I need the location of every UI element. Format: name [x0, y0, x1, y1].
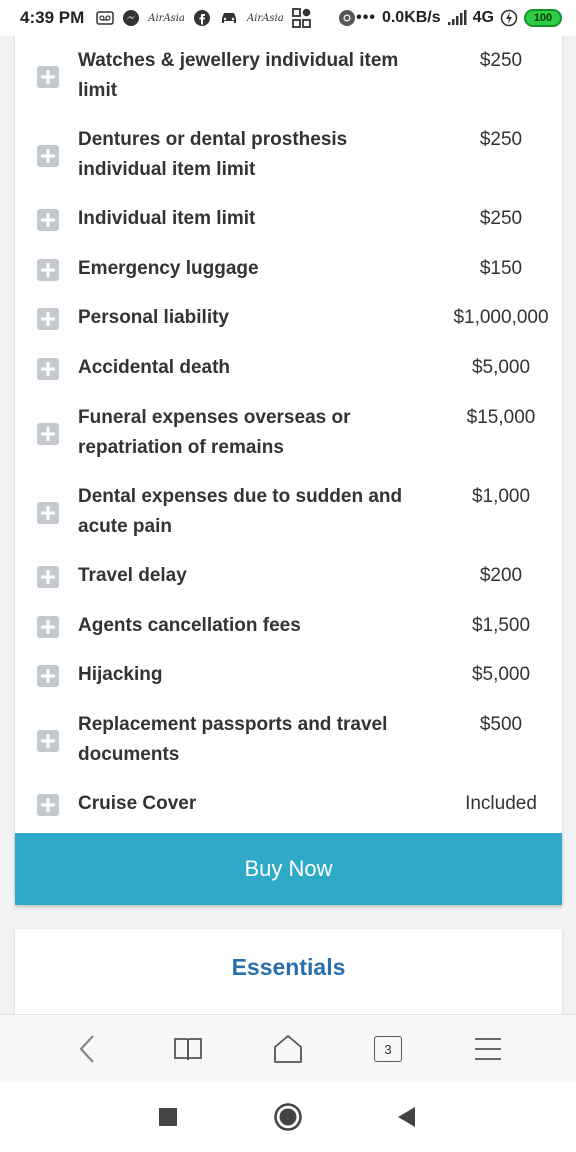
tabs-icon[interactable]: 3 [368, 1029, 408, 1069]
benefit-value: $250 [479, 50, 523, 71]
benefit-value: $5,000 [471, 357, 531, 378]
airasia-logo: AirAsia [148, 12, 185, 24]
expand-plus-icon[interactable] [37, 502, 59, 524]
expand-plus-icon[interactable] [37, 730, 59, 752]
expand-plus-icon[interactable] [37, 665, 59, 687]
benefit-value: $5,000 [471, 664, 531, 685]
network-speed: 0.0KB/s [381, 9, 441, 26]
back-triangle-icon[interactable] [386, 1097, 426, 1137]
expand-plus-icon[interactable] [37, 616, 59, 638]
benefit-label: Accidental death [78, 357, 231, 378]
benefit-label: Hijacking [78, 664, 163, 685]
benefit-label: Personal liability [78, 307, 229, 328]
voicemail-icon [96, 11, 114, 25]
expand-plus-icon[interactable] [37, 358, 59, 380]
expand-plus-icon[interactable] [37, 209, 59, 231]
benefit-value: $500 [479, 714, 523, 735]
messenger-icon [122, 9, 140, 27]
tab-count: 3 [374, 1036, 402, 1062]
benefit-label: Cruise Cover [78, 793, 197, 814]
more-dots-icon: ••• [356, 9, 376, 26]
benefit-value: $1,000 [471, 486, 531, 507]
menu-icon[interactable] [468, 1029, 508, 1069]
facebook-icon [193, 9, 211, 27]
benefit-value: $250 [479, 208, 523, 229]
benefit-label: Individual item limit [78, 208, 256, 229]
benefit-label: Watches & jewellery individual item limi… [78, 50, 399, 101]
network-type: 4G [472, 9, 494, 26]
benefit-label: Emergency luggage [78, 258, 259, 279]
benefit-label: Funeral expenses overseas or repatriatio… [78, 407, 351, 458]
benefit-value: $150 [479, 258, 523, 279]
signal-icon [447, 10, 467, 26]
benefits-card: Watches & jewellery individual item limi… [15, 36, 562, 896]
expand-plus-icon[interactable] [37, 794, 59, 816]
essentials-card: Essentials [15, 929, 562, 1014]
benefit-label: Agents cancellation fees [78, 615, 301, 636]
home-circle-icon[interactable] [268, 1097, 308, 1137]
bookmarks-icon[interactable] [168, 1029, 208, 1069]
benefit-value: $200 [479, 565, 523, 586]
charging-icon [500, 9, 518, 27]
essentials-title[interactable]: Essentials [15, 954, 562, 981]
benefit-label: Replacement passports and travel documen… [78, 714, 388, 765]
system-nav-bar [0, 1082, 576, 1152]
status-bar: 4:39 PM AirAsia AirAsia ••• 0.0KB/s 4G 1… [0, 0, 576, 36]
back-icon[interactable] [68, 1029, 108, 1069]
car-icon [219, 10, 239, 26]
expand-plus-icon[interactable] [37, 145, 59, 167]
expand-plus-icon[interactable] [37, 259, 59, 281]
browser-toolbar: 3 [0, 1014, 576, 1082]
airasia-logo-2: AirAsia [246, 12, 284, 24]
expand-plus-icon[interactable] [37, 423, 59, 445]
buy-now-button[interactable]: Buy Now [15, 833, 562, 905]
expand-plus-icon[interactable] [37, 308, 59, 330]
benefit-value: $1,000,000 [453, 307, 549, 328]
expand-plus-icon[interactable] [37, 66, 59, 88]
recents-icon[interactable] [148, 1097, 188, 1137]
chrome-icon [338, 9, 356, 27]
page-content: Watches & jewellery individual item limi… [0, 36, 576, 1014]
status-time: 4:39 PM [20, 8, 85, 27]
expand-plus-icon[interactable] [37, 566, 59, 588]
benefit-label: Dentures or dental prosthesis individual… [78, 129, 348, 180]
home-icon[interactable] [268, 1029, 308, 1069]
benefit-label: Travel delay [78, 565, 187, 586]
apps-icon [291, 8, 312, 28]
benefit-value: $1,500 [471, 615, 531, 636]
benefit-label: Dental expenses due to sudden and acute … [78, 486, 403, 537]
benefit-value: $15,000 [466, 407, 536, 428]
benefit-value: Included [465, 793, 537, 814]
benefit-value: $250 [479, 129, 523, 150]
battery-icon: 100 [524, 9, 562, 27]
